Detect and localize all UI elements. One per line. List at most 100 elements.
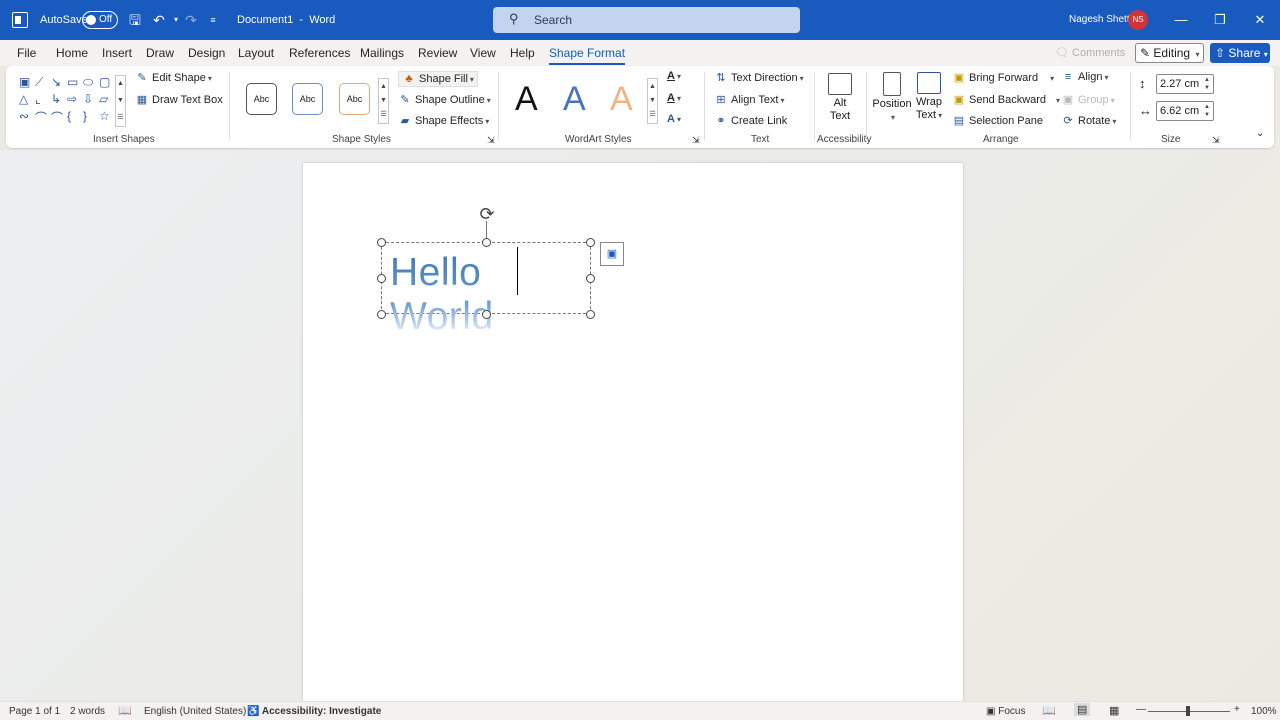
zoom-in-icon[interactable]: +: [1234, 704, 1240, 715]
redo-icon[interactable]: ↷: [182, 11, 200, 29]
more-icon[interactable]: ☰: [116, 110, 125, 126]
tab-references[interactable]: References: [289, 46, 350, 60]
autosave-toggle[interactable]: Off: [82, 11, 118, 29]
search-box[interactable]: ⚲ Search: [493, 7, 800, 33]
minimize-icon[interactable]: —: [1171, 10, 1191, 30]
close-icon[interactable]: ✕: [1250, 10, 1270, 30]
tab-mailings[interactable]: Mailings: [360, 46, 404, 60]
curve-shape-icon[interactable]: ⌒: [35, 109, 47, 126]
right-brace-icon[interactable]: }: [83, 109, 87, 123]
tab-design[interactable]: Design: [188, 46, 225, 60]
page-count[interactable]: Page 1 of 1: [9, 706, 60, 717]
tab-view[interactable]: View: [470, 46, 496, 60]
restore-icon[interactable]: ❐: [1210, 10, 1230, 30]
tab-review[interactable]: Review: [418, 46, 457, 60]
tab-shape-format[interactable]: Shape Format: [549, 46, 626, 65]
focus-button[interactable]: ▣ Focus: [986, 706, 1025, 717]
scroll-down-icon[interactable]: ▼: [379, 93, 388, 107]
collapse-ribbon-icon[interactable]: ⌄: [1256, 128, 1264, 139]
bring-forward-button[interactable]: ▣ Bring Forward ▾: [952, 71, 1054, 84]
wordart-text[interactable]: Hello World: [390, 251, 590, 339]
share-button[interactable]: ⇧ Share ▾: [1210, 43, 1270, 63]
dialog-launcher-icon[interactable]: ⇲: [692, 135, 700, 146]
resize-handle-top-right[interactable]: [586, 238, 595, 247]
spin-arrows-icon[interactable]: ▲ ▼: [1204, 76, 1210, 92]
scroll-up-icon[interactable]: ▲: [379, 79, 388, 93]
oval-shape-icon[interactable]: ⬭: [83, 75, 93, 90]
group-button[interactable]: ▣ Group ▾: [1061, 93, 1115, 106]
text-fill-button[interactable]: A ▾: [667, 70, 681, 82]
user-name[interactable]: Nagesh Shetti: [1069, 14, 1132, 25]
shape-fill-button[interactable]: ♣ Shape Fill ▾: [398, 71, 478, 87]
tab-help[interactable]: Help: [510, 46, 535, 60]
draw-text-box-button[interactable]: ▦ Draw Text Box: [135, 93, 223, 106]
tab-draw[interactable]: Draw: [146, 46, 174, 60]
scroll-down-icon[interactable]: ▼: [648, 93, 657, 107]
resize-handle-bottom-right[interactable]: [586, 310, 595, 319]
zoom-out-icon[interactable]: —: [1136, 704, 1146, 715]
zoom-slider-thumb[interactable]: [1186, 706, 1190, 716]
elbow-arrow-icon[interactable]: ↳: [51, 92, 61, 106]
text-outline-button[interactable]: A ▾: [667, 92, 681, 104]
alt-text-button[interactable]: Alt Text: [823, 73, 857, 123]
layout-options-icon[interactable]: ▣: [600, 242, 624, 266]
save-icon[interactable]: 🖫: [126, 11, 144, 29]
send-backward-button[interactable]: ▣ Send Backward ▾: [952, 93, 1060, 106]
resize-handle-bottom[interactable]: [482, 310, 491, 319]
undo-icon[interactable]: ↶: [150, 11, 168, 29]
web-layout-icon[interactable]: ▦: [1109, 704, 1119, 717]
rotate-handle-icon[interactable]: ⟳: [477, 204, 497, 224]
spin-arrows-icon[interactable]: ▲ ▼: [1204, 103, 1210, 119]
accessibility-status[interactable]: ♿ Accessibility: Investigate: [247, 706, 381, 717]
align-button[interactable]: ≡ Align ▾: [1061, 71, 1109, 83]
arrow-line-shape-icon[interactable]: ↘: [51, 75, 61, 89]
shape-style-1[interactable]: Abc: [246, 83, 277, 115]
text-box-shape-icon[interactable]: ▣: [19, 75, 30, 89]
selection-pane-button[interactable]: ▤ Selection Pane: [952, 114, 1043, 127]
dialog-launcher-icon[interactable]: ⇲: [487, 135, 495, 146]
star-shape-icon[interactable]: ☆: [99, 109, 110, 123]
resize-handle-top-left[interactable]: [377, 238, 386, 247]
shapes-gallery[interactable]: ▣ ⟋ ↘ ▭ ⬭ ▢ △ ⌞ ↳ ⇨ ⇩ ▱ ∾ ⌒ ⌒ { } ☆: [17, 75, 123, 127]
editing-button[interactable]: ✎ Editing ▾: [1135, 43, 1204, 63]
shape-outline-button[interactable]: ✎ Shape Outline ▾: [398, 93, 490, 106]
tab-layout[interactable]: Layout: [238, 46, 274, 60]
triangle-shape-icon[interactable]: △: [19, 92, 28, 106]
scroll-down-icon[interactable]: ▼: [116, 93, 125, 109]
customize-toolbar-icon[interactable]: ≡: [204, 11, 222, 29]
snip-rect-shape-icon[interactable]: ▱: [99, 92, 108, 106]
wordart-style-orange[interactable]: A: [610, 80, 633, 119]
shape-style-2[interactable]: Abc: [292, 83, 323, 115]
resize-handle-bottom-left[interactable]: [377, 310, 386, 319]
dialog-launcher-icon[interactable]: ⇲: [1212, 135, 1220, 146]
shape-style-3[interactable]: Abc: [339, 83, 370, 115]
rounded-rect-shape-icon[interactable]: ▢: [99, 75, 110, 89]
scroll-up-icon[interactable]: ▲: [648, 79, 657, 93]
right-arrow-shape-icon[interactable]: ⇨: [67, 92, 77, 106]
resize-handle-left[interactable]: [377, 274, 386, 283]
read-mode-icon[interactable]: 📖: [1042, 704, 1056, 717]
tab-file[interactable]: File: [17, 46, 36, 60]
zoom-level[interactable]: 100%: [1251, 706, 1277, 717]
arc-shape-icon[interactable]: ⌒: [51, 109, 63, 126]
print-layout-icon[interactable]: ▤: [1074, 703, 1091, 716]
shape-width-input[interactable]: 6.62 cm ▲ ▼: [1156, 101, 1214, 121]
left-brace-icon[interactable]: {: [67, 109, 71, 123]
rectangle-shape-icon[interactable]: ▭: [67, 75, 78, 89]
text-direction-button[interactable]: ⇅ Text Direction ▾: [714, 71, 803, 84]
wordart-styles-scroll[interactable]: ▲ ▼ ☰: [647, 78, 658, 124]
elbow-connector-icon[interactable]: ⌞: [35, 92, 41, 106]
wordart-style-black[interactable]: A: [515, 80, 538, 119]
text-effects-button[interactable]: A ▾: [667, 113, 681, 125]
word-count[interactable]: 2 words: [70, 706, 105, 717]
wordart-style-blue[interactable]: A: [563, 80, 586, 119]
language-status[interactable]: English (United States): [144, 706, 246, 717]
position-button[interactable]: Position ▾: [872, 72, 912, 124]
scroll-up-icon[interactable]: ▲: [116, 76, 125, 92]
create-link-button[interactable]: ⚭ Create Link: [714, 114, 787, 127]
comments-button[interactable]: 🗨 Comments: [1053, 44, 1128, 63]
tab-home[interactable]: Home: [56, 46, 88, 60]
document-page[interactable]: ⟳ Hello World ▣: [303, 163, 963, 703]
avatar[interactable]: NS: [1128, 10, 1148, 30]
rotate-button[interactable]: ⟳ Rotate ▾: [1061, 114, 1116, 127]
